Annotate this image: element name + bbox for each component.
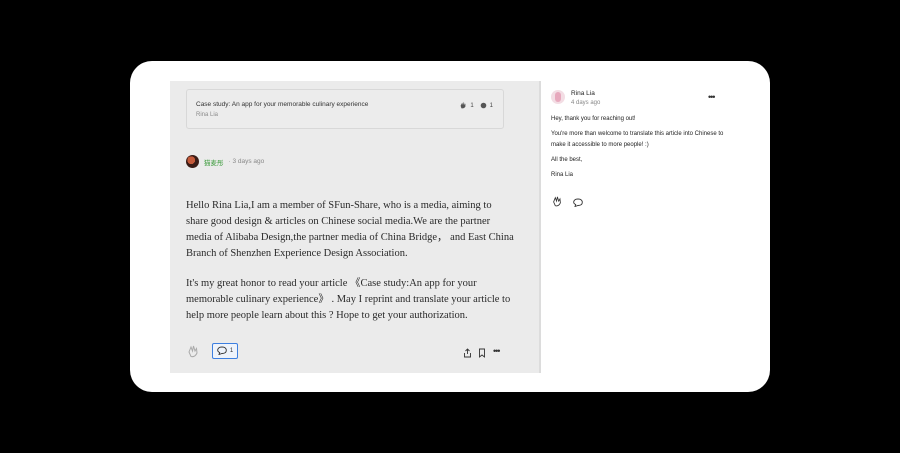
response-paragraph: Hello Rina Lia,I am a member of SFun-Sha… <box>186 200 514 259</box>
clap-icon[interactable] <box>551 194 563 212</box>
reply-line: Rina Lia <box>551 172 574 178</box>
response-actions: 1 ••• <box>186 341 506 361</box>
reply-line: Hey, thank you for reaching out! <box>551 116 636 122</box>
reply-body: Hey, thank you for reaching out! You're … <box>551 114 731 185</box>
avatar[interactable] <box>186 155 199 168</box>
avatar[interactable] <box>551 90 565 104</box>
reply-actions <box>551 194 583 212</box>
more-options-icon[interactable]: ••• <box>493 346 501 356</box>
response-icon <box>480 102 487 111</box>
more-options-icon[interactable]: ••• <box>708 92 716 102</box>
quoted-article-card[interactable]: Case study: An app for your memorable cu… <box>186 89 504 129</box>
reply-line: All the best, <box>551 157 583 163</box>
bookmark-icon[interactable] <box>478 345 486 363</box>
reply-line: You're more than welcome to translate th… <box>551 131 724 148</box>
reply-author-name[interactable]: Rina Lia <box>571 90 600 97</box>
response-author-row: 猫麦彤 · 3 days ago <box>186 155 264 168</box>
response-date: · 3 days ago <box>228 158 265 165</box>
quoted-article-author: Rina Lia <box>196 112 219 118</box>
clap-icon <box>459 101 467 111</box>
reply-date: 4 days ago <box>571 100 601 106</box>
quoted-clap-count: 1 <box>470 103 474 109</box>
quoted-article-title[interactable]: Case study: An app for your memorable cu… <box>196 101 368 108</box>
replies-button[interactable]: 1 <box>212 343 238 359</box>
quoted-article-stats: 1 1 <box>459 101 493 111</box>
share-icon[interactable] <box>463 345 472 363</box>
response-icon[interactable] <box>573 194 583 212</box>
quoted-response-count: 1 <box>489 103 493 109</box>
response-panel: Case study: An app for your memorable cu… <box>170 81 539 373</box>
reply-author-row: Rina Lia 4 days ago <box>551 90 600 106</box>
reply-panel: Rina Lia 4 days ago ••• Hey, thank you f… <box>541 81 770 373</box>
clap-icon[interactable] <box>186 345 200 363</box>
response-icon <box>217 346 227 357</box>
reply-count: 1 <box>229 348 234 354</box>
response-card: Case study: An app for your memorable cu… <box>130 61 770 392</box>
response-paragraph: It's my great honor to read your article… <box>186 278 511 321</box>
response-author-name[interactable]: 猫麦彤 <box>204 157 224 167</box>
response-body: Hello Rina Lia,I am a member of SFun-Sha… <box>186 198 516 338</box>
